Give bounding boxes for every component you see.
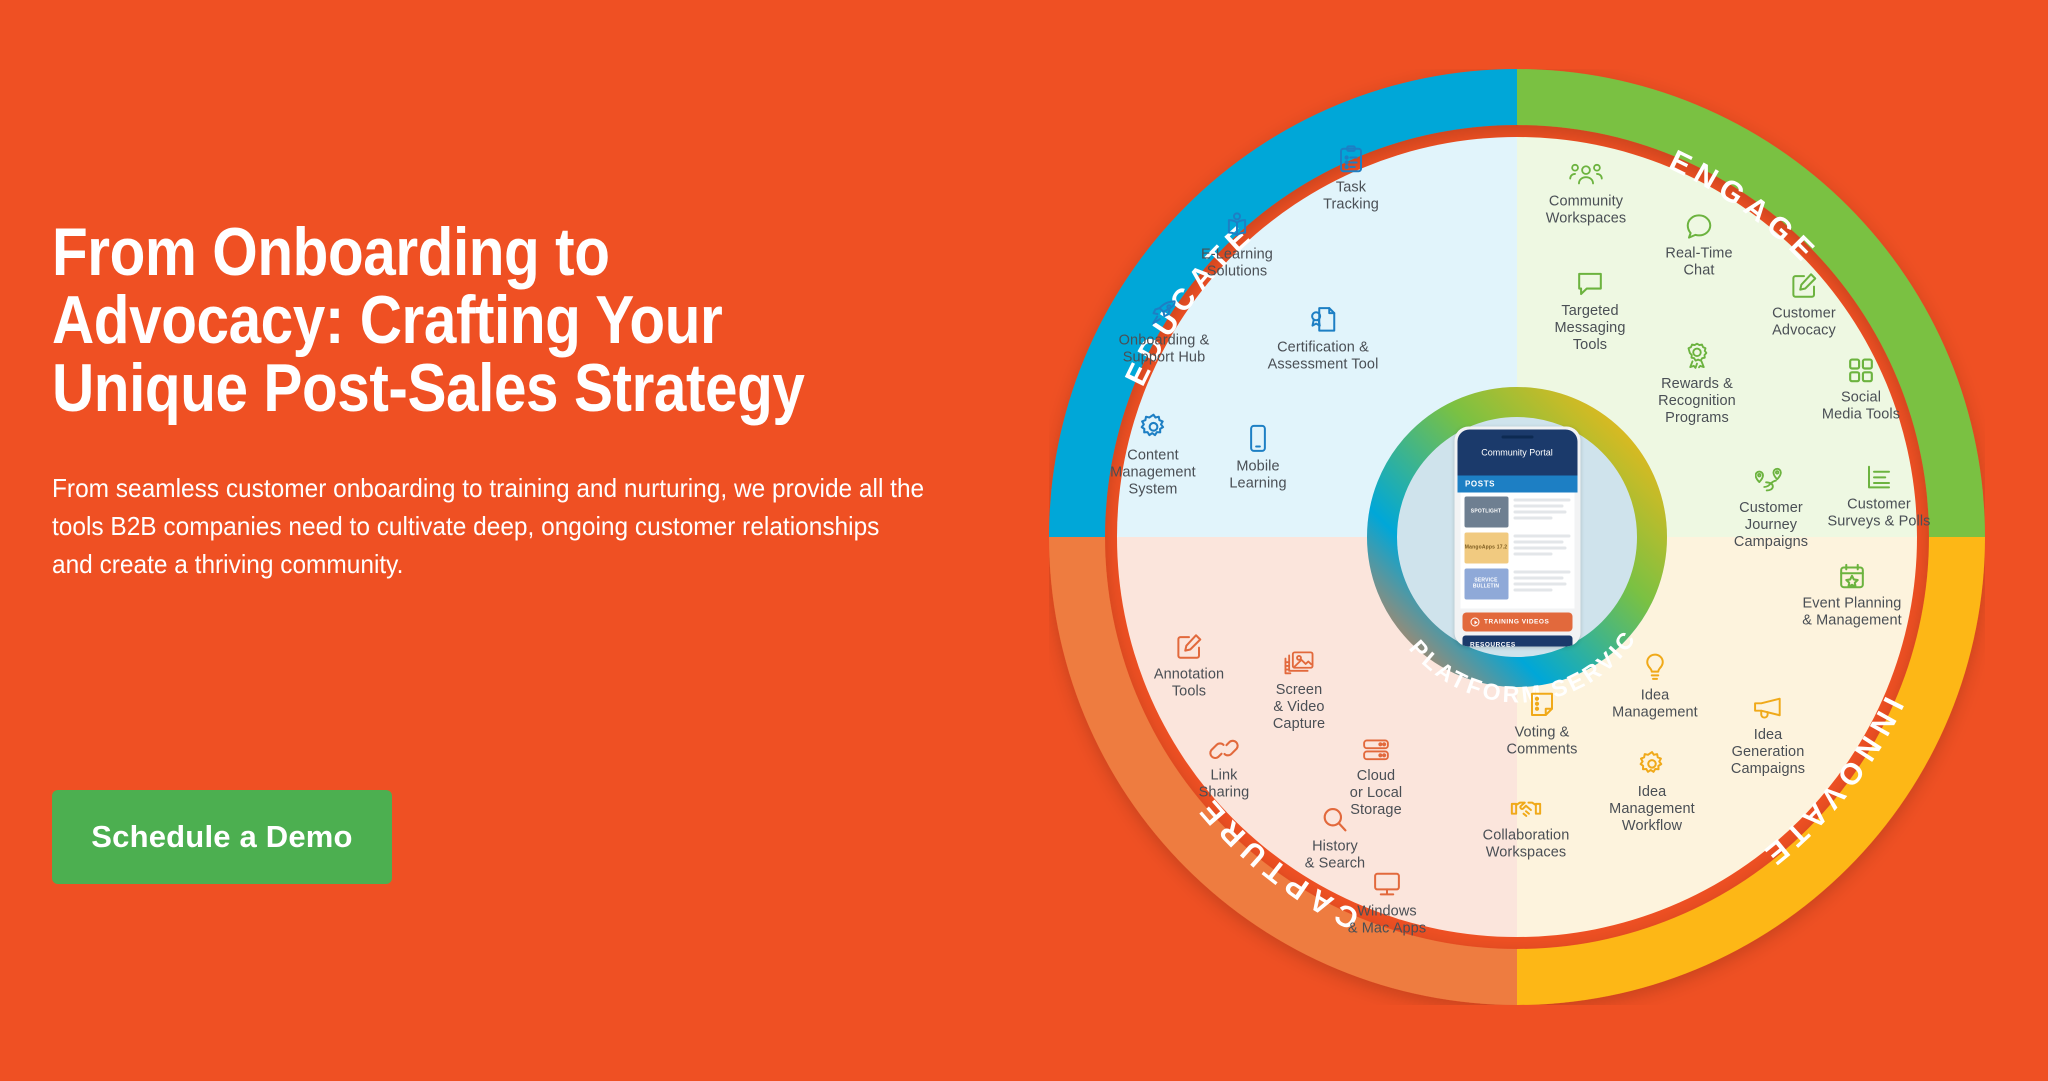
post-thumbnail: SERVICE BULLETIN [1464,568,1508,600]
post-thumbnail: MangoApps 17.2 [1464,532,1508,564]
training-videos-label: TRAINING VIDEOS [1484,618,1550,626]
phone-title: Community Portal [1481,447,1553,458]
post-thumbnail: SPOTLIGHT [1464,496,1508,528]
post-item[interactable]: SERVICE BULLETIN [1464,568,1570,600]
play-icon [1470,617,1479,627]
schedule-demo-button[interactable]: Schedule a Demo [52,790,392,884]
post-item[interactable]: SPOTLIGHT [1464,496,1570,528]
platform-services-wheel: EDUCATE ENGAGE INNOVATE CAPTURE PLATFORM… [1049,69,1985,1005]
resources-bar[interactable]: RESOURCES [1462,635,1572,647]
phone-mockup: Community Portal POSTS SPOTLIGHT MangoAp… [1454,426,1580,647]
hero-subtitle: From seamless customer onboarding to tra… [52,473,925,579]
phone-post-list: SPOTLIGHT MangoApps 17.2 SERVICE BULLETI… [1460,492,1574,609]
post-text-placeholder [1513,569,1570,600]
post-text-placeholder [1513,497,1570,528]
phone-header: Community Portal [1457,429,1577,476]
page-title: From Onboarding to Advocacy: Crafting Yo… [52,214,805,426]
hero-copy: From Onboarding to Advocacy: Crafting Yo… [52,218,982,584]
post-text-placeholder [1513,533,1570,564]
phone-posts-tab[interactable]: POSTS [1457,475,1577,493]
phone-speaker [1501,435,1533,439]
post-item[interactable]: MangoApps 17.2 [1464,532,1570,564]
community-portal-hub: Community Portal POSTS SPOTLIGHT MangoAp… [1395,415,1640,660]
training-videos-button[interactable]: TRAINING VIDEOS [1462,612,1572,632]
